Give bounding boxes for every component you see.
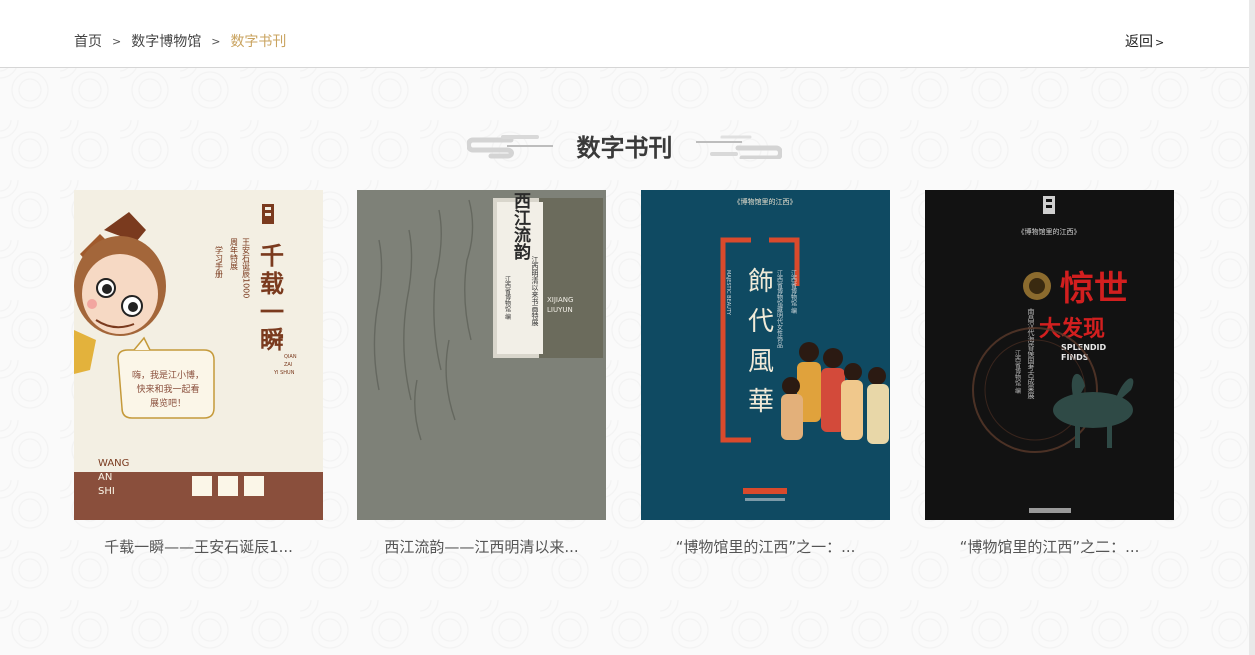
cover2-pinyin: LIUYUN xyxy=(547,306,573,314)
cover3-english: MAJESTIC BEAUTY xyxy=(725,270,731,316)
cover3-publisher: 江西省博物馆 编 xyxy=(790,270,797,315)
cover1-name-line: SHI xyxy=(98,486,115,497)
cover1-pinyin: YI SHUN xyxy=(273,370,295,376)
book-grid: 嗨，我是江小博， 快来和我一起看 展览吧！ 千 载 一 瞬 王安石诞辰1000 … xyxy=(74,190,1174,570)
cover2-subtitle: 江西明清以来书画特展 xyxy=(531,256,539,327)
cover3-title-char: 代 xyxy=(748,307,774,337)
back-button[interactable]: 返回 > xyxy=(1125,31,1164,51)
breadcrumb-museum-link[interactable]: 数字博物馆 xyxy=(131,31,201,51)
cover3-series: 《博物馆里的江西》 xyxy=(734,197,797,206)
cover1-pinyin: ZAI xyxy=(284,362,292,368)
cover1-speech-line1: 嗨，我是江小博， xyxy=(132,369,204,381)
book-card[interactable]: 《博物馆里的江西》 惊世 大发现 SPLENDID FINDS 南昌汉代海昏侯国… xyxy=(925,190,1174,557)
cloud-ornament-right-icon xyxy=(695,135,782,159)
cover3-title-char: 飾 xyxy=(748,267,774,297)
book-cover-image[interactable]: 《博物馆里的江西》 惊世 大发现 SPLENDID FINDS 南昌汉代海昏侯国… xyxy=(925,190,1174,520)
breadcrumb-separator: > xyxy=(211,34,221,48)
book-cover-image[interactable]: 西江流韵 江西明清以来书画特展 江西省博物馆 编 XIJIANG LIUYUN xyxy=(357,190,606,520)
cover1-speech-line3: 展览吧！ xyxy=(150,397,186,409)
cover1-subtitle-col2: 周年特展 xyxy=(230,238,239,271)
book-title[interactable]: 千载一瞬——王安石诞辰1... xyxy=(74,536,323,557)
top-bar: 首页 > 数字博物馆 > 数字书刊 返回 > xyxy=(0,0,1249,68)
cover1-speech-line2: 快来和我一起看 xyxy=(136,383,199,395)
breadcrumb-home-link[interactable]: 首页 xyxy=(74,31,102,51)
cover3-title-char: 風 xyxy=(748,347,774,377)
cover2-pinyin: XIJIANG xyxy=(547,296,573,304)
cover4-series: 《博物馆里的江西》 xyxy=(1018,227,1081,236)
cover4-subtitle: 南昌汉代海昏侯国考古成果展 xyxy=(1027,307,1035,400)
cover1-title-char: 载 xyxy=(260,270,284,298)
breadcrumb-separator: > xyxy=(112,34,122,48)
book-title[interactable]: “博物馆里的江西”之二：... xyxy=(925,536,1174,557)
chevron-right-icon: > xyxy=(1155,36,1165,49)
cover1-title-char: 瞬 xyxy=(260,326,284,354)
breadcrumb: 首页 > 数字博物馆 > 数字书刊 xyxy=(74,31,286,51)
book-title[interactable]: 西江流韵——江西明清以来... xyxy=(357,536,606,557)
cover1-title-char: 一 xyxy=(260,298,284,326)
book-card[interactable]: 《博物馆里的江西》 飾 代 風 華 MAJESTIC BEAUTY 江西省博物馆… xyxy=(641,190,890,557)
section-title: 数字书刊 xyxy=(576,133,673,162)
cover2-title: 西江流韵 xyxy=(510,192,531,261)
breadcrumb-current: 数字书刊 xyxy=(230,34,287,50)
book-cover-image[interactable]: 嗨，我是江小博， 快来和我一起看 展览吧！ 千 载 一 瞬 王安石诞辰1000 … xyxy=(74,190,323,520)
book-title[interactable]: “博物馆里的江西”之一：... xyxy=(641,536,890,557)
book-cover-image[interactable]: 《博物馆里的江西》 飾 代 風 華 MAJESTIC BEAUTY 江西省博物馆… xyxy=(641,190,890,520)
cloud-ornament-left-icon xyxy=(467,134,554,158)
book-card[interactable]: 嗨，我是江小博， 快来和我一起看 展览吧！ 千 载 一 瞬 王安石诞辰1000 … xyxy=(74,190,323,557)
scrollbar-track[interactable] xyxy=(1249,0,1255,655)
cover1-pinyin: QIAN xyxy=(284,354,297,360)
cover4-publisher: 江西省博物馆 编 xyxy=(1014,350,1021,395)
back-label: 返回 xyxy=(1125,34,1153,50)
cover1-tag: 学习手册 xyxy=(215,245,224,279)
cover1-title-char: 千 xyxy=(260,242,284,270)
cover1-name-line: AN xyxy=(98,472,112,483)
book-card[interactable]: 西江流韵 江西明清以来书画特展 江西省博物馆 编 XIJIANG LIUYUN … xyxy=(357,190,606,557)
cover1-name-line: WANG xyxy=(98,458,129,469)
cover3-title-char: 華 xyxy=(748,387,774,417)
cover3-subtitle: 江西省博物馆藏明代女性饰品 xyxy=(776,270,783,349)
section-heading: 数字书刊 xyxy=(0,128,1249,163)
cover1-subtitle-col1: 王安石诞辰1000 xyxy=(242,238,251,298)
cover4-title-line1: 惊世 xyxy=(1060,269,1128,309)
cover2-publisher: 江西省博物馆 编 xyxy=(504,276,511,321)
